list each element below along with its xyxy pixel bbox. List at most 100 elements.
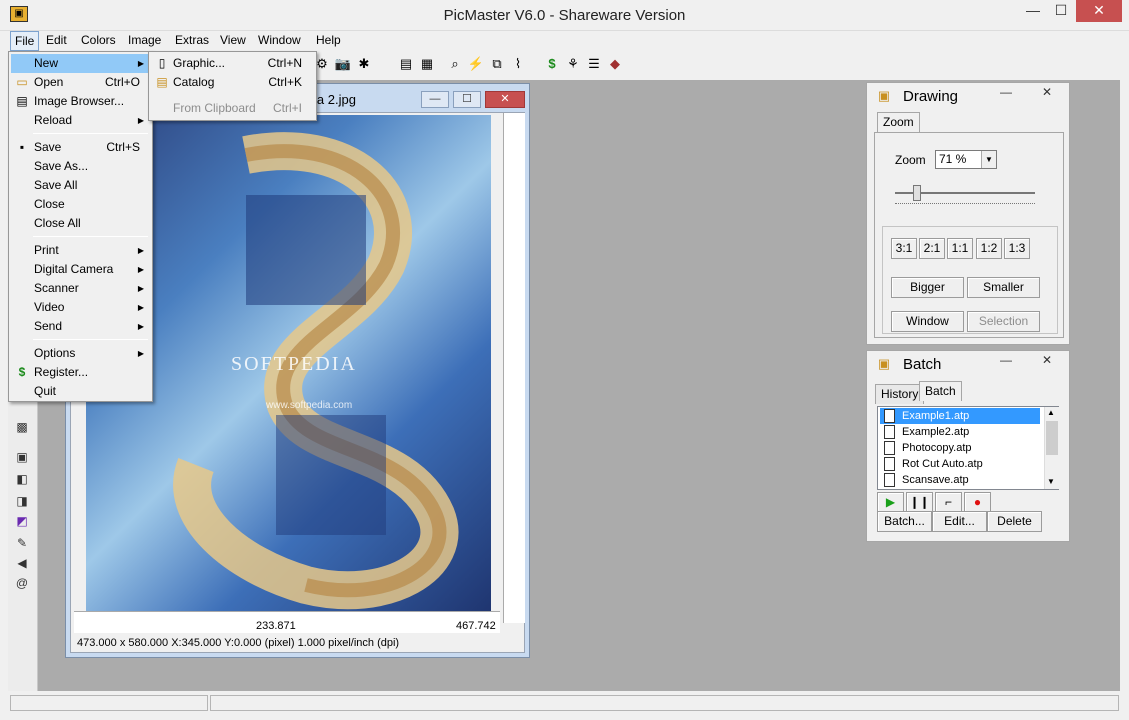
tab-batch[interactable]: Batch xyxy=(919,381,962,401)
play-button[interactable]: ▶ xyxy=(877,492,904,513)
copy-icon[interactable]: ◧ xyxy=(13,470,31,488)
submenu-catalog[interactable]: ▤ Catalog Ctrl+K xyxy=(151,73,314,92)
submenu-graphic[interactable]: ▯ Graphic... Ctrl+N xyxy=(151,54,314,73)
stamp-icon[interactable]: ▤ xyxy=(397,55,415,73)
list-scrollbar[interactable]: ▲ ▼ xyxy=(1044,407,1059,489)
text-icon[interactable]: @ xyxy=(13,574,31,592)
menu-scanner[interactable]: Scanner ▶ xyxy=(11,279,150,298)
book-icon[interactable]: ◆ xyxy=(606,55,624,73)
selection-button[interactable]: Selection xyxy=(967,311,1040,332)
bigger-button[interactable]: Bigger xyxy=(891,277,964,298)
scan-icon[interactable]: ▦ xyxy=(418,55,436,73)
zoom-slider-thumb[interactable] xyxy=(913,185,921,201)
batch-panel-title: Batch xyxy=(903,356,942,373)
list-item[interactable]: Rot Cut Auto.atp xyxy=(880,456,1040,472)
menu-save[interactable]: ▪ Save Ctrl+S xyxy=(11,138,150,157)
menu-close-all[interactable]: Close All xyxy=(11,214,150,233)
list-item[interactable]: Example1.atp xyxy=(880,408,1040,424)
menu-image[interactable]: Image xyxy=(124,31,165,51)
batch-minimize-button[interactable]: — xyxy=(991,351,1021,371)
scroll-thumb[interactable] xyxy=(1046,421,1058,455)
list-item[interactable]: Scansave.atp xyxy=(880,472,1040,488)
camera-icon[interactable]: 📷 xyxy=(334,55,352,73)
maximize-button[interactable]: ☐ xyxy=(1046,0,1076,22)
ratio-1-2-button[interactable]: 1:2 xyxy=(976,238,1002,259)
menu-reload[interactable]: Reload ▶ xyxy=(11,111,150,130)
batch-close-button[interactable]: ✕ xyxy=(1027,351,1067,371)
ratio-1-3-button[interactable]: 1:3 xyxy=(1004,238,1030,259)
menu-window[interactable]: Window xyxy=(254,31,305,51)
menu-digital-camera[interactable]: Digital Camera ▶ xyxy=(11,260,150,279)
layer-icon[interactable]: ▣ xyxy=(13,448,31,466)
menu-open[interactable]: ▭ Open Ctrl+O xyxy=(11,73,150,92)
fill-icon[interactable]: ◩ xyxy=(13,512,31,530)
submenu-from-clipboard[interactable]: From Clipboard Ctrl+I xyxy=(151,99,314,118)
list-item[interactable]: Example2.atp xyxy=(880,424,1040,440)
menu-help[interactable]: Help xyxy=(312,31,345,51)
clip-icon[interactable]: ⌇ xyxy=(509,55,527,73)
list-icon[interactable]: ☰ xyxy=(585,55,603,73)
batch-panel-titlebar[interactable]: ▣ Batch — ✕ xyxy=(867,351,1069,377)
scroll-up-icon[interactable]: ▲ xyxy=(1047,408,1055,417)
smaller-button[interactable]: Smaller xyxy=(967,277,1040,298)
title-bar: ▣ PicMaster V6.0 - Shareware Version — ☐… xyxy=(0,0,1129,31)
menu-colors[interactable]: Colors xyxy=(77,31,120,51)
menu-options[interactable]: Options ▶ xyxy=(11,344,150,363)
crop-icon[interactable]: ⧉ xyxy=(488,55,506,73)
menu-extras[interactable]: Extras xyxy=(171,31,213,51)
zoom-select[interactable]: 71 % ▼ xyxy=(935,150,997,169)
submenu-arrow-icon: ▶ xyxy=(137,265,144,274)
marquee-icon[interactable]: ▩ xyxy=(13,418,31,436)
lightning-icon[interactable]: ⚡ xyxy=(467,55,485,73)
drawing-maximize-button[interactable] xyxy=(992,81,1022,101)
minimize-button[interactable]: — xyxy=(1018,0,1048,22)
menu-print[interactable]: Print ▶ xyxy=(11,241,150,260)
tab-zoom[interactable]: Zoom xyxy=(877,112,920,132)
menu-video[interactable]: Video ▶ xyxy=(11,298,150,317)
magnifier-icon[interactable]: ⌕ xyxy=(446,55,464,73)
pause-button[interactable]: ❙❙ xyxy=(906,492,933,513)
menu-register[interactable]: $ Register... xyxy=(11,363,150,382)
dollar-icon[interactable]: $ xyxy=(543,55,561,73)
batch-file-list[interactable]: Example1.atp Example2.atp Photocopy.atp … xyxy=(877,406,1059,490)
menu-save-all[interactable]: Save All xyxy=(11,176,150,195)
tab-history[interactable]: History xyxy=(875,384,925,404)
batch-run-button[interactable]: Batch... xyxy=(877,511,932,532)
sound-icon[interactable]: ◀ xyxy=(13,554,31,572)
tree-icon[interactable]: ⚘ xyxy=(564,55,582,73)
menu-separator xyxy=(33,133,148,134)
pen-icon[interactable]: ✎ xyxy=(13,534,31,552)
batch-edit-button[interactable]: Edit... xyxy=(932,511,987,532)
close-button[interactable]: ✕ xyxy=(1076,0,1122,22)
vertical-ruler xyxy=(503,113,525,623)
list-item[interactable]: Photocopy.atp xyxy=(880,440,1040,456)
drawing-panel-titlebar[interactable]: ▣ Drawing — ✕ xyxy=(867,83,1069,109)
ratio-2-1-button[interactable]: 2:1 xyxy=(919,238,945,259)
window-button[interactable]: Window xyxy=(891,311,964,332)
doc-minimize-button[interactable]: — xyxy=(421,91,449,108)
menu-file[interactable]: File xyxy=(10,31,40,51)
batch-panel: ▣ Batch — ✕ History Batch Example1.atp E… xyxy=(866,350,1070,542)
new-submenu: ▯ Graphic... Ctrl+N ▤ Catalog Ctrl+K From Cl… xyxy=(148,51,317,121)
menu-edit[interactable]: Edit xyxy=(42,31,71,51)
menu-quit[interactable]: Quit xyxy=(11,382,150,401)
submenu-arrow-icon: ▶ xyxy=(137,59,144,68)
stop-button[interactable]: ⌐ xyxy=(935,492,962,513)
menu-new[interactable]: New ▶ xyxy=(11,54,150,73)
ratio-1-1-button[interactable]: 1:1 xyxy=(947,238,973,259)
ratio-3-1-button[interactable]: 3:1 xyxy=(891,238,917,259)
menu-close[interactable]: Close xyxy=(11,195,150,214)
paste-icon[interactable]: ◨ xyxy=(13,492,31,510)
doc-maximize-button[interactable]: ☐ xyxy=(453,91,481,108)
scroll-down-icon[interactable]: ▼ xyxy=(1047,477,1055,486)
record-button[interactable]: ● xyxy=(964,492,991,513)
batch-delete-button[interactable]: Delete xyxy=(987,511,1042,532)
drawing-close-button[interactable]: ✕ xyxy=(1027,83,1067,103)
menu-image-browser[interactable]: ▤ Image Browser... xyxy=(11,92,150,111)
menu-save-as[interactable]: Save As... xyxy=(11,157,150,176)
menu-view[interactable]: View xyxy=(216,31,250,51)
doc-close-button[interactable]: ✕ xyxy=(485,91,525,108)
menu-close-label: Close xyxy=(34,197,65,211)
effects-icon[interactable]: ✱ xyxy=(355,55,373,73)
menu-send[interactable]: Send ▶ xyxy=(11,317,150,336)
